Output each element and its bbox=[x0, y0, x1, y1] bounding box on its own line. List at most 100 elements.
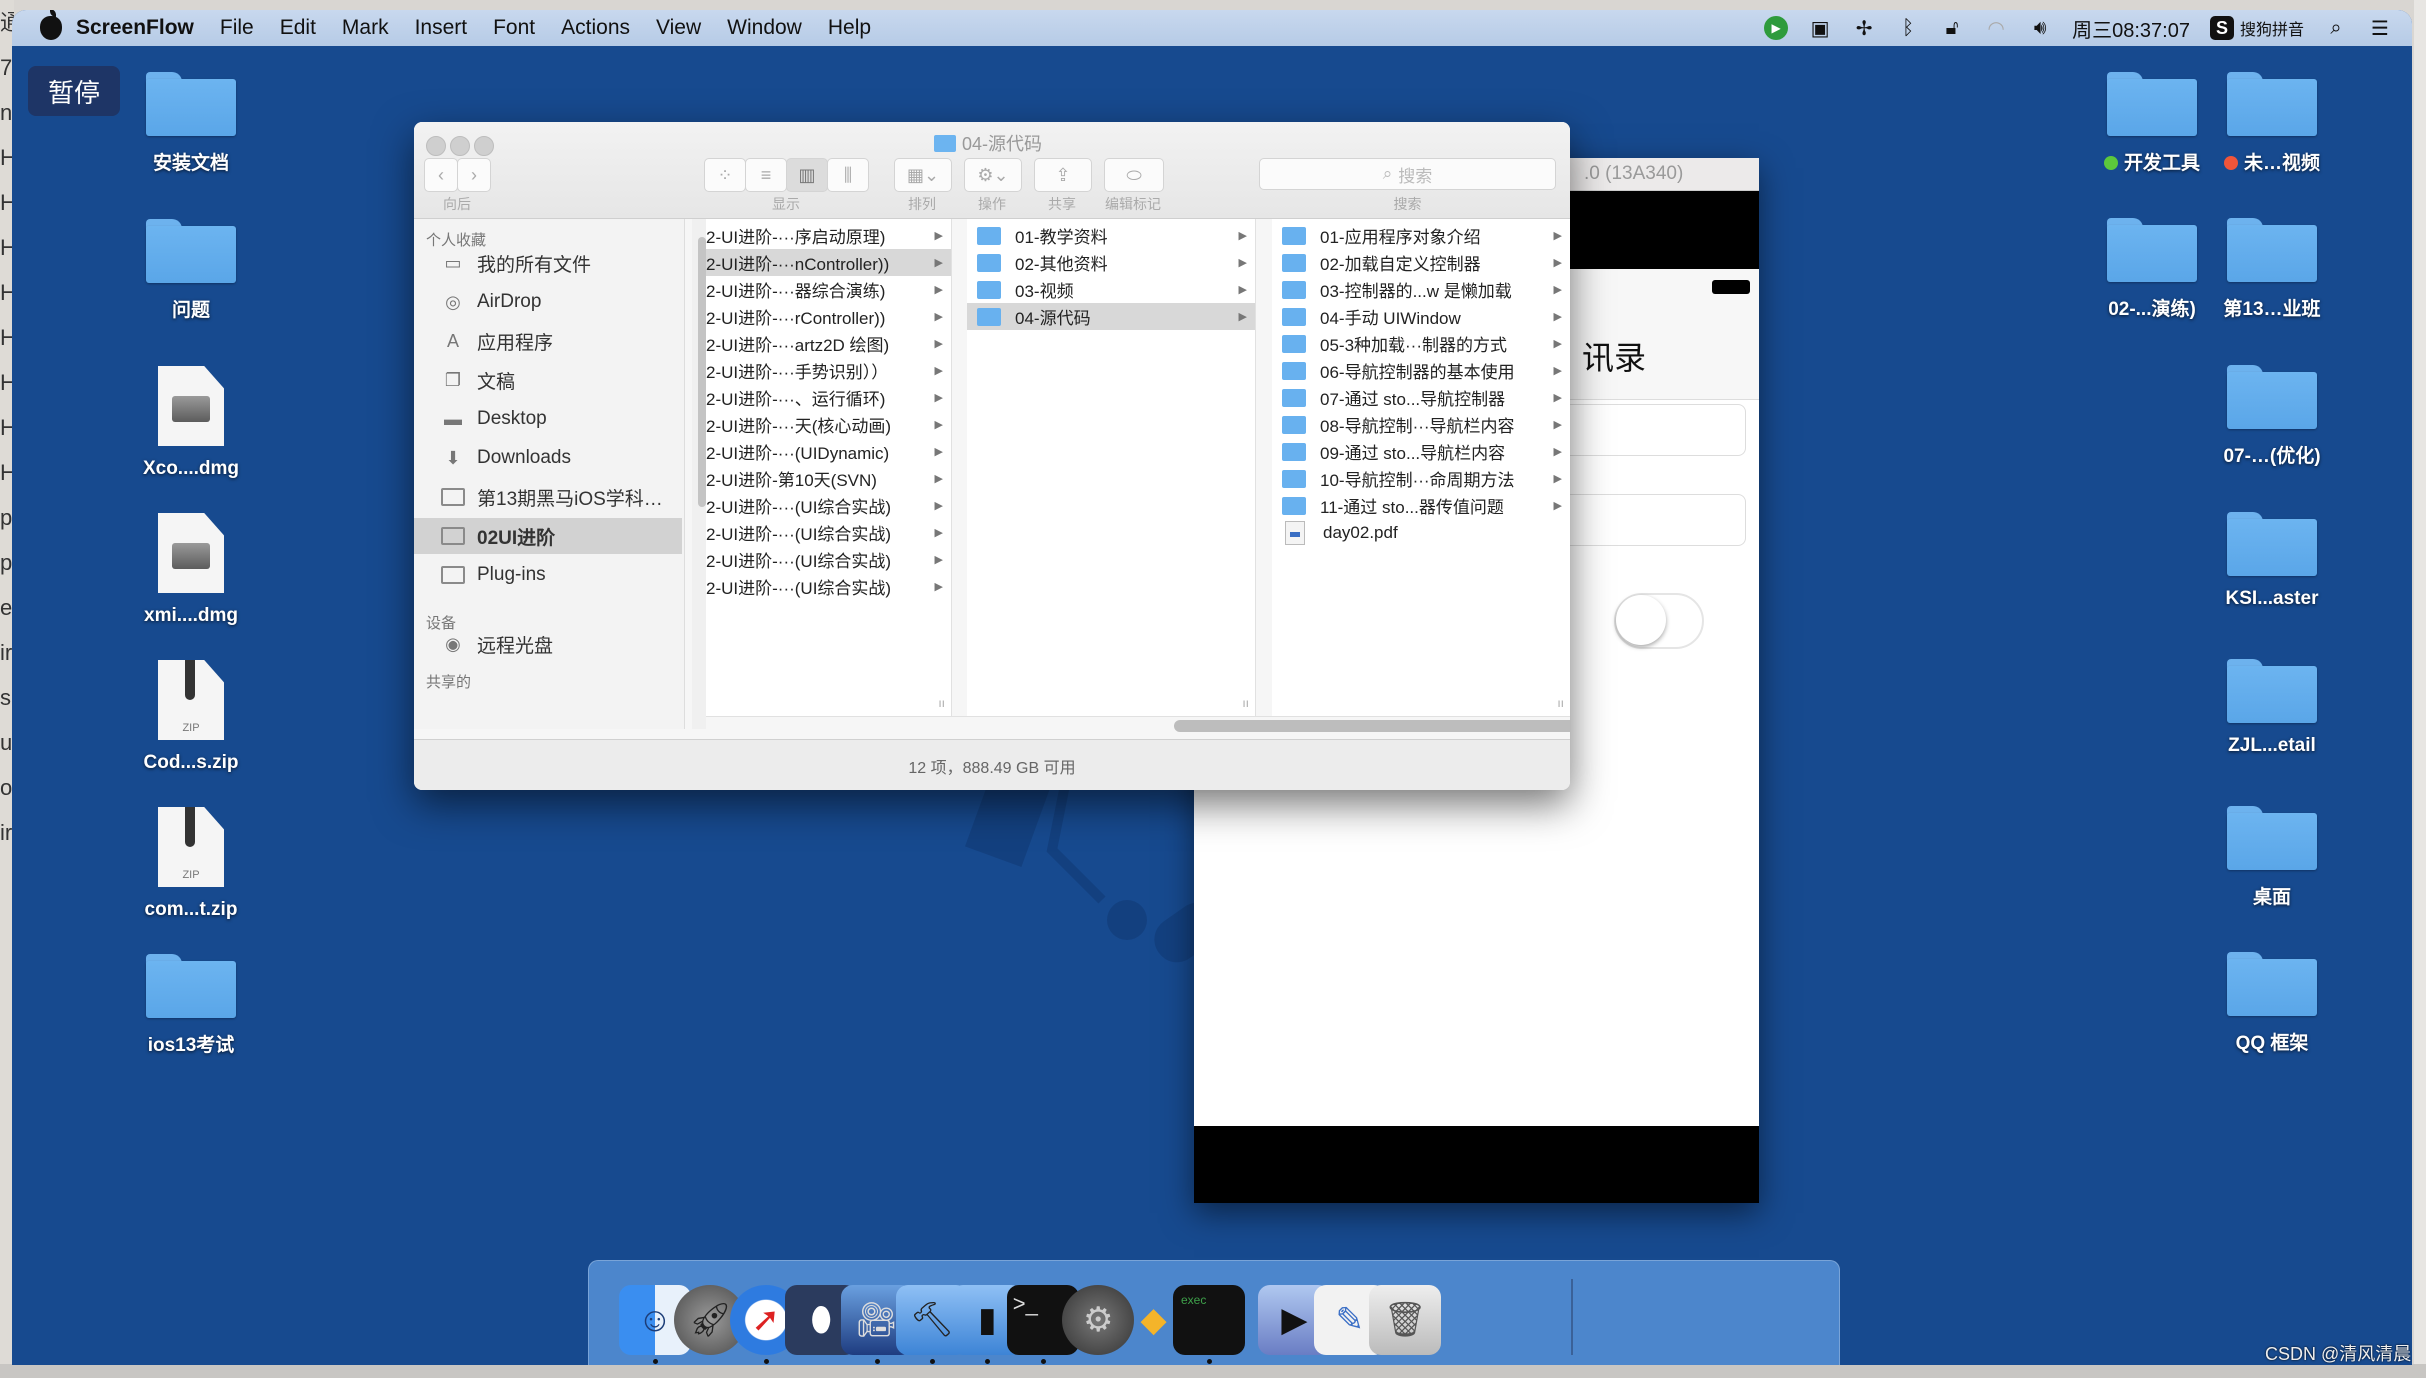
back-button[interactable]: ‹ bbox=[424, 158, 458, 192]
list-item[interactable]: 09-通过 sto...导航栏内容 ▶ bbox=[1272, 438, 1570, 465]
screenflow-record-icon[interactable]: ▶ bbox=[1764, 16, 1789, 40]
camera-icon[interactable]: ▣ bbox=[1808, 16, 1832, 40]
list-item[interactable]: 05-3种加载···制器的方式 ▶ bbox=[1272, 330, 1570, 357]
list-item[interactable]: 2-UI进阶-···(UI综合实战) ▶ bbox=[706, 519, 951, 546]
list-item[interactable]: 08-导航控制···导航栏内容 ▶ bbox=[1272, 411, 1570, 438]
minimize-button[interactable] bbox=[450, 136, 470, 156]
pause-button[interactable]: 暂停 bbox=[28, 66, 120, 116]
console-exec-icon[interactable]: exec bbox=[1173, 1285, 1245, 1355]
desktop-icon[interactable]: KSI...aster bbox=[2197, 512, 2347, 610]
list-item[interactable]: 10-导航控制···命周期方法 ▶ bbox=[1272, 465, 1570, 492]
desktop-icon[interactable]: 安装文档 bbox=[116, 72, 266, 175]
desktop-icon[interactable]: ZIP Cod...s.zip bbox=[116, 660, 266, 774]
menu-actions[interactable]: Actions bbox=[548, 16, 643, 40]
list-item[interactable]: 2-UI进阶-···器综合演练) ▶ bbox=[706, 276, 951, 303]
sidebar-item[interactable]: ▭ 我的所有文件 bbox=[414, 245, 682, 281]
sidebar-item[interactable]: A 应用程序 bbox=[414, 323, 682, 359]
desktop-icon[interactable]: 未…视频 bbox=[2197, 72, 2347, 175]
connect-icon[interactable]: ✢ bbox=[1852, 16, 1876, 40]
list-view-button[interactable]: ≡ bbox=[745, 158, 787, 192]
list-item[interactable]: 2-UI进阶-···(UI综合实战) ▶ bbox=[706, 492, 951, 519]
volume-icon[interactable]: 🔊︎ bbox=[2028, 16, 2052, 40]
trash-icon[interactable]: 🗑︎ bbox=[1369, 1285, 1442, 1355]
desktop-icon[interactable]: 07-…(优化) bbox=[2197, 365, 2347, 468]
menu-app-name[interactable]: ScreenFlow bbox=[62, 16, 207, 40]
menu-font[interactable]: Font bbox=[480, 16, 548, 40]
wifi-icon[interactable]: ◠ bbox=[1984, 16, 2008, 40]
list-item[interactable]: 2-UI进阶-第10天(SVN) ▶ bbox=[706, 465, 951, 492]
column-view-button[interactable]: ▥ bbox=[786, 158, 828, 192]
desktop-icon[interactable]: xmi....dmg bbox=[116, 513, 266, 627]
list-item[interactable]: 2-UI进阶-···天(核心动画) ▶ bbox=[706, 411, 951, 438]
list-item[interactable]: 06-导航控制器的基本使用 ▶ bbox=[1272, 357, 1570, 384]
list-item[interactable]: 2-UI进阶-···序启动原理) ▶ bbox=[706, 222, 951, 249]
apple-menu-icon[interactable] bbox=[40, 10, 62, 40]
desktop-icon[interactable]: 第13…业班 bbox=[2197, 218, 2347, 321]
menu-help[interactable]: Help bbox=[815, 16, 884, 40]
coverflow-view-button[interactable]: ⫼ bbox=[827, 158, 869, 192]
search-input[interactable]: ⌕ 搜索 bbox=[1259, 158, 1556, 190]
list-item[interactable]: 2-UI进阶-···、运行循环) ▶ bbox=[706, 384, 951, 411]
desktop-icon[interactable]: QQ 框架 bbox=[2197, 952, 2347, 1055]
list-item[interactable]: 02-加载自定义控制器 ▶ bbox=[1272, 249, 1570, 276]
column-resize-handle[interactable]: ıı bbox=[938, 696, 945, 710]
arrange-button[interactable]: ▦⌄ bbox=[894, 158, 952, 192]
spotlight-icon[interactable]: ⌕ bbox=[2324, 16, 2348, 40]
list-item[interactable]: 2-UI进阶-···手势识别）） ▶ bbox=[706, 357, 951, 384]
desktop-icon[interactable]: ZIP com...t.zip bbox=[116, 807, 266, 921]
list-item[interactable]: 2-UI进阶-···rController)) ▶ bbox=[706, 303, 951, 330]
menu-file[interactable]: File bbox=[207, 16, 267, 40]
sidebar-scrollbar[interactable] bbox=[698, 237, 706, 507]
menu-view[interactable]: View bbox=[643, 16, 714, 40]
sidebar-item[interactable]: Plug-ins bbox=[414, 557, 682, 593]
sidebar-item[interactable]: ◎ AirDrop bbox=[414, 284, 682, 320]
sidebar-item[interactable]: ⬇ Downloads bbox=[414, 440, 682, 476]
list-item[interactable]: 07-通过 sto...导航控制器 ▶ bbox=[1272, 384, 1570, 411]
clock[interactable]: 周三08:37:07 bbox=[2072, 14, 2190, 43]
list-item[interactable]: 02-其他资料 ▶ bbox=[967, 249, 1255, 276]
folder-body bbox=[2227, 225, 2317, 282]
action-gear-button[interactable]: ⚙⌄ bbox=[964, 158, 1022, 192]
list-item[interactable]: 11-通过 sto...器传值问题 ▶ bbox=[1272, 492, 1570, 519]
sidebar-item[interactable]: ◉ 远程光盘 bbox=[414, 626, 682, 662]
input-method[interactable]: S 搜狗拼音 bbox=[2209, 16, 2304, 40]
list-item[interactable]: 2-UI进阶-···(UI综合实战) ▶ bbox=[706, 546, 951, 573]
list-item[interactable]: 03-视频 ▶ bbox=[967, 276, 1255, 303]
menu-edit[interactable]: Edit bbox=[267, 16, 329, 40]
list-item[interactable]: 2-UI进阶-···nController)) ▶ bbox=[706, 249, 951, 276]
list-item[interactable]: 04-源代码 ▶ bbox=[967, 303, 1255, 330]
icon-view-button[interactable]: ⁘ bbox=[704, 158, 746, 192]
list-item[interactable]: day02.pdf bbox=[1272, 519, 1570, 546]
sidebar-item[interactable]: ▬ Desktop bbox=[414, 401, 682, 437]
menu-mark[interactable]: Mark bbox=[329, 16, 402, 40]
column-resize-handle[interactable]: ıı bbox=[1557, 696, 1564, 710]
desktop-icon[interactable]: ios13考试 bbox=[116, 954, 266, 1057]
edit-tags-button[interactable]: ⬭ bbox=[1104, 158, 1164, 192]
horizontal-scrollbar[interactable] bbox=[1174, 720, 1570, 732]
remember-switch[interactable] bbox=[1614, 593, 1704, 649]
zoom-button[interactable] bbox=[474, 136, 494, 156]
column-resize-handle[interactable]: ıı bbox=[1242, 696, 1249, 710]
list-item[interactable]: 2-UI进阶-···(UI综合实战) ▶ bbox=[706, 573, 951, 600]
desktop-icon[interactable]: Xco....dmg bbox=[116, 366, 266, 480]
list-item[interactable]: 04-手动 UIWindow ▶ bbox=[1272, 303, 1570, 330]
share-button[interactable]: ⇪ bbox=[1034, 158, 1092, 192]
list-item[interactable]: 01-教学资料 ▶ bbox=[967, 222, 1255, 249]
desktop-icon[interactable]: ZJL...etail bbox=[2197, 659, 2347, 757]
bluetooth-icon[interactable]: ᛒ bbox=[1896, 16, 1920, 40]
sidebar-item[interactable]: 02UI进阶 bbox=[414, 518, 682, 554]
lock-icon[interactable]: 🔓︎ bbox=[1940, 16, 1964, 40]
close-button[interactable] bbox=[426, 136, 446, 156]
list-item[interactable]: 01-应用程序对象介绍 ▶ bbox=[1272, 222, 1570, 249]
list-item[interactable]: 03-控制器的...w 是懒加载 ▶ bbox=[1272, 276, 1570, 303]
sidebar-item[interactable]: ❐ 文稿 bbox=[414, 362, 682, 398]
list-item[interactable]: 2-UI进阶-···(UIDynamic) ▶ bbox=[706, 438, 951, 465]
list-item[interactable]: 2-UI进阶-···artz2D 绘图) ▶ bbox=[706, 330, 951, 357]
menu-insert[interactable]: Insert bbox=[402, 16, 481, 40]
notification-list-icon[interactable]: ☰ bbox=[2368, 16, 2392, 40]
sidebar-item[interactable]: 第13期黑马iOS学科… bbox=[414, 479, 682, 515]
desktop-icon[interactable]: 问题 bbox=[116, 219, 266, 322]
forward-button[interactable]: › bbox=[457, 158, 491, 192]
desktop-icon[interactable]: 桌面 bbox=[2197, 806, 2347, 909]
menu-window[interactable]: Window bbox=[714, 16, 815, 40]
